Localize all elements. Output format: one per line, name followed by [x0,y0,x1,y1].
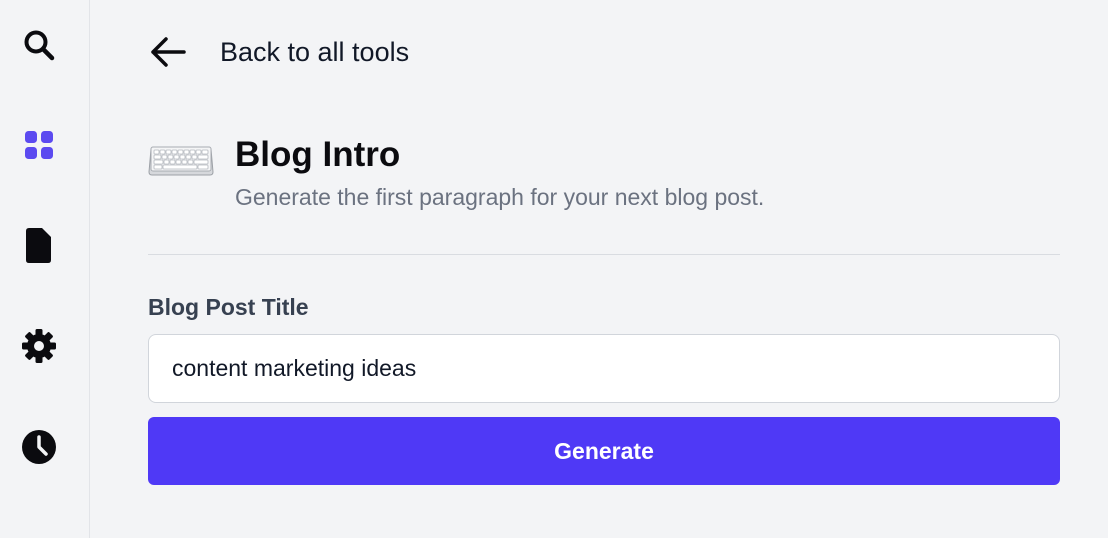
blog-post-title-input[interactable] [148,334,1060,403]
sidebar-item-tools[interactable] [20,126,58,164]
section-divider [148,254,1060,255]
app-root: Back to all tools Blog Intro Generate th… [0,0,1108,538]
main-content: Back to all tools Blog Intro Generate th… [90,0,1108,538]
page-description: Generate the first paragraph for your ne… [235,184,765,210]
back-link-label: Back to all tools [220,36,410,67]
generate-button[interactable]: Generate [148,417,1060,485]
grid-icon [25,131,53,159]
page-title: Blog Intro [235,135,401,174]
sidebar-item-search[interactable] [20,26,58,64]
blog-post-title-label: Blog Post Title [148,294,309,320]
arrow-left-icon [148,32,188,72]
keyboard-icon [148,144,214,178]
sidebar-item-documents[interactable] [20,226,58,264]
sidebar [0,0,90,538]
sidebar-item-settings[interactable] [20,327,58,365]
search-icon [24,30,55,61]
back-to-tools-link[interactable]: Back to all tools [148,30,409,74]
gear-icon [22,329,56,363]
document-icon [26,228,51,263]
clock-icon [22,430,56,464]
sidebar-item-history[interactable] [20,428,58,466]
